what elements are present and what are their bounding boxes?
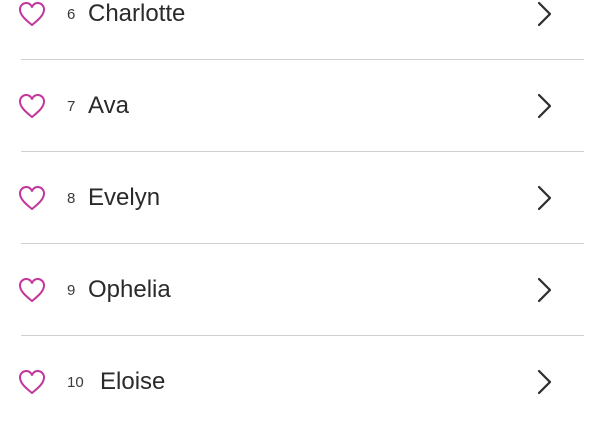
list-item[interactable]: 9 Ophelia	[0, 244, 600, 336]
heart-outline-icon[interactable]	[17, 0, 47, 28]
name-label: Eloise	[100, 368, 166, 395]
name-label: Ophelia	[88, 276, 171, 303]
rank-number: 7	[67, 98, 76, 115]
rank-number: 8	[67, 190, 76, 207]
heart-outline-icon[interactable]	[17, 368, 47, 396]
chevron-right-icon[interactable]	[534, 0, 554, 28]
rank-number: 10	[67, 374, 84, 391]
chevron-right-icon[interactable]	[534, 184, 554, 212]
list-item[interactable]: 6 Charlotte	[0, 0, 600, 60]
chevron-right-icon[interactable]	[534, 92, 554, 120]
list-item[interactable]: 10 Eloise	[0, 336, 600, 428]
heart-outline-icon[interactable]	[17, 92, 47, 120]
chevron-right-icon[interactable]	[534, 276, 554, 304]
name-label: Evelyn	[88, 184, 161, 211]
heart-outline-icon[interactable]	[17, 184, 47, 212]
list-item[interactable]: 8 Evelyn	[0, 152, 600, 244]
rank-number: 9	[67, 282, 76, 299]
name-label: Charlotte	[88, 0, 186, 27]
name-label: Ava	[88, 92, 129, 119]
heart-outline-icon[interactable]	[17, 276, 47, 304]
rank-number: 6	[67, 6, 76, 23]
list-item[interactable]: 7 Ava	[0, 60, 600, 152]
chevron-right-icon[interactable]	[534, 368, 554, 396]
name-list: 6 Charlotte 7 Ava 8 Evelyn 9 Ophelia 10 …	[0, 0, 600, 428]
